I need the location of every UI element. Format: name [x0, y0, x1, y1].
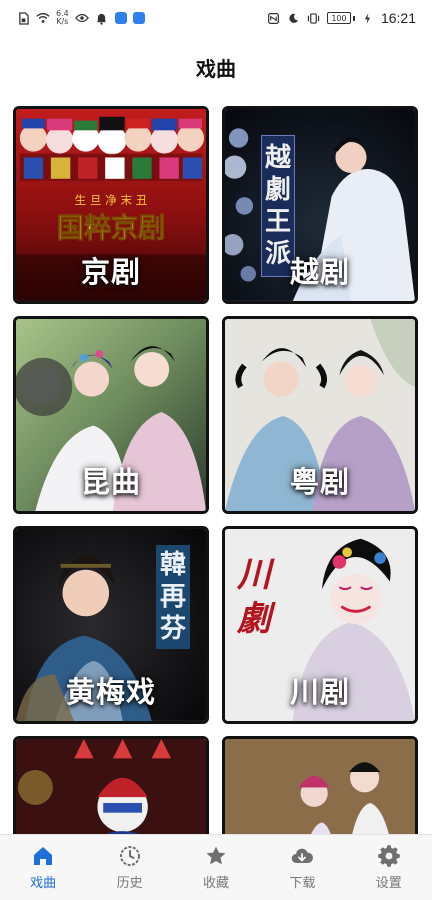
page-title: 戏曲: [196, 56, 236, 81]
cloud-download-icon: [292, 848, 314, 864]
huangmeixi-banner-char: 再: [159, 582, 186, 612]
battery-icon: 100: [326, 12, 355, 24]
opera-card-8-image: [225, 739, 415, 834]
yueju-banner-char: 劇: [264, 175, 291, 205]
app-notification-icon-2: [132, 12, 145, 24]
eye-icon: [74, 11, 89, 25]
bell-icon: [95, 11, 109, 25]
yueju-banner-char: 越: [264, 143, 291, 173]
home-icon: [34, 847, 53, 865]
opera-card-yueju[interactable]: 越 劇 王 派 越剧: [222, 106, 418, 304]
tab-settings[interactable]: 设置: [354, 844, 424, 891]
history-icon: [119, 846, 140, 866]
opera-card-huangmeixi[interactable]: 韓 再 芬 黄梅戏: [13, 526, 209, 724]
opera-grid: 生 旦 净 末 丑 国粹京剧 京剧 越 劇 王 派 越剧 昆曲 粤剧 韓 再 芬…: [13, 106, 421, 834]
chuanju-calligraphy-char: 川: [237, 555, 271, 595]
tab-label: 历史: [116, 876, 143, 891]
opera-card-7-image: [16, 739, 206, 834]
moon-icon: [287, 11, 301, 25]
opera-card-7[interactable]: [13, 736, 209, 834]
star-icon: [206, 846, 226, 865]
tab-downloads[interactable]: 下载: [267, 844, 337, 891]
opera-card-label: 昆曲: [80, 465, 141, 499]
opera-card-8[interactable]: [222, 736, 418, 834]
tab-label: 戏曲: [30, 876, 57, 891]
jingju-art-title: 国粹京剧: [57, 212, 165, 244]
tab-label: 下载: [289, 876, 316, 891]
huangmeixi-banner-char: 芬: [159, 614, 186, 644]
opera-card-label: 京剧: [80, 255, 141, 289]
wifi-icon: [36, 11, 50, 25]
charging-icon: [361, 11, 375, 25]
yueju-banner-char: 王: [264, 207, 291, 237]
tab-label: 收藏: [202, 876, 229, 891]
chuanju-calligraphy-char: 劇: [237, 599, 271, 639]
battery-level: 100: [326, 12, 351, 24]
opera-card-label: 川剧: [289, 675, 350, 709]
opera-card-jingju[interactable]: 生 旦 净 末 丑 国粹京剧 京剧: [13, 106, 209, 304]
tab-label: 设置: [375, 876, 402, 891]
page-title-bar: 戏曲: [0, 36, 432, 98]
opera-card-yuejuCantonese[interactable]: 粤剧: [222, 316, 418, 514]
chuanju-calligraphy: 川 劇: [237, 553, 271, 641]
sim-icon: [16, 11, 30, 25]
opera-card-label: 黄梅戏: [65, 675, 156, 709]
battery-cap: [352, 15, 355, 21]
jingju-art-subtitle: 生 旦 净 末 丑: [75, 193, 148, 207]
status-bar-left: 6.4 K/s: [16, 10, 145, 26]
status-time: 16:21: [380, 10, 416, 26]
net-speed: 6.4 K/s: [56, 10, 69, 26]
tab-opera[interactable]: 戏曲: [8, 844, 78, 891]
huangmeixi-banner-char: 韓: [159, 550, 186, 580]
status-bar: 6.4 K/s 100 16:21: [0, 0, 432, 36]
tab-favorites[interactable]: 收藏: [181, 844, 251, 891]
opera-card-chuanju[interactable]: 川 劇 川剧: [222, 526, 418, 724]
tab-history[interactable]: 历史: [95, 844, 165, 891]
opera-card-kunqu[interactable]: 昆曲: [13, 316, 209, 514]
app-notification-icon: [114, 12, 127, 24]
status-bar-right: 100 16:21: [267, 10, 416, 26]
net-speed-unit: K/s: [56, 17, 69, 26]
gear-icon: [377, 845, 400, 867]
opera-card-label: 粤剧: [289, 465, 350, 499]
bottom-tab-bar: 戏曲 历史 收藏 下载 设置: [0, 834, 432, 900]
nfc-icon: [267, 11, 281, 25]
opera-card-label: 越剧: [289, 255, 350, 289]
huangmeixi-banner: 韓 再 芬: [156, 545, 190, 649]
vibrate-icon: [307, 11, 321, 25]
